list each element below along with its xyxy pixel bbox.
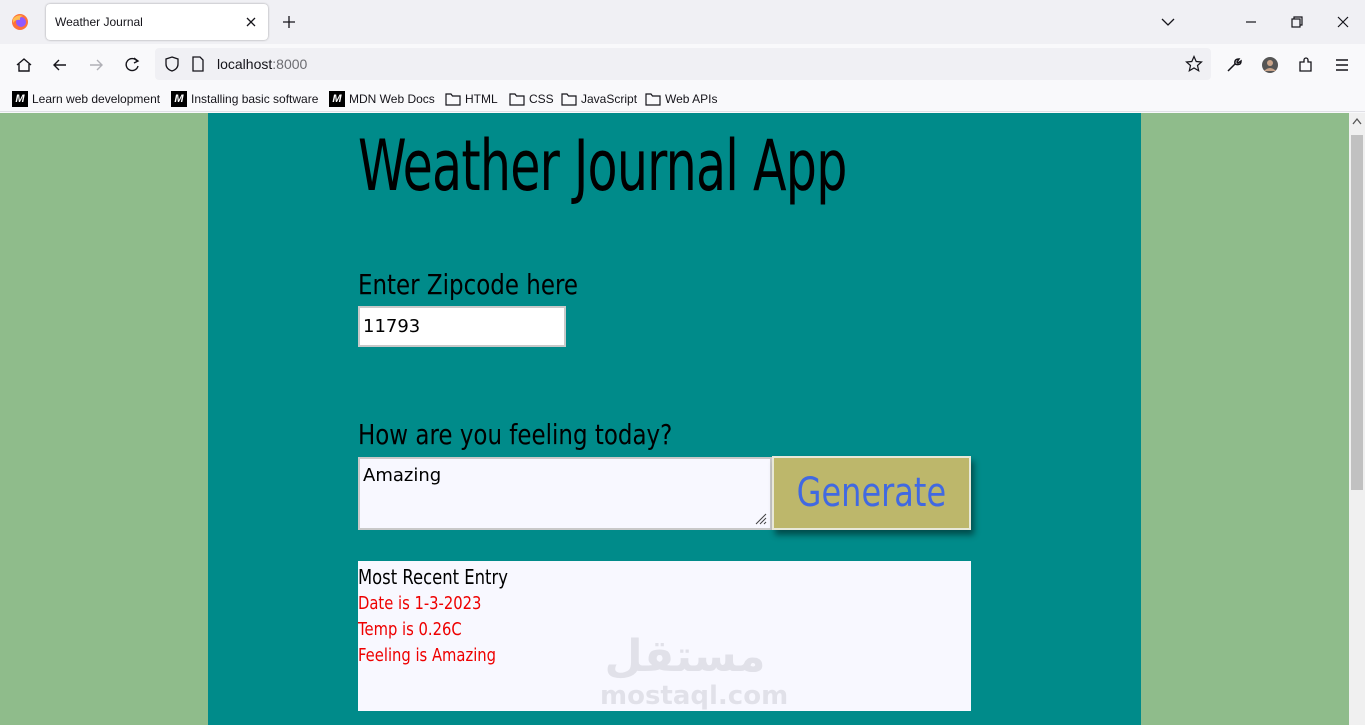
watermark: مستقل mostaql.com: [600, 631, 789, 711]
nav-bar: localhost:8000: [0, 44, 1365, 86]
chevron-down-icon[interactable]: [1160, 14, 1176, 30]
folder-icon: [445, 93, 461, 106]
mdn-icon: M: [12, 91, 28, 107]
account-avatar-icon[interactable]: [1261, 56, 1279, 74]
bookmark-label: MDN Web Docs: [349, 92, 435, 106]
wrench-icon[interactable]: [1225, 56, 1243, 74]
recent-entry-panel: Most Recent Entry Date is 1-3-2023 Temp …: [358, 561, 971, 711]
bookmark-label: Web APIs: [665, 92, 718, 106]
bookmark-label: Learn web development: [32, 92, 161, 106]
url-bar[interactable]: localhost:8000: [155, 48, 1211, 80]
menu-icon[interactable]: [1333, 56, 1351, 74]
reload-icon[interactable]: [123, 56, 141, 74]
star-icon[interactable]: [1185, 55, 1203, 73]
url-text[interactable]: localhost:8000: [217, 56, 307, 72]
shield-icon[interactable]: [163, 55, 181, 73]
tab-weather-journal[interactable]: Weather Journal: [46, 4, 268, 40]
scroll-up-arrow-icon[interactable]: [1352, 117, 1362, 125]
feelings-label: How are you feeling today?: [358, 418, 673, 451]
page-icon[interactable]: [189, 55, 207, 73]
watermark-arabic: مستقل: [604, 631, 766, 682]
extensions-icon[interactable]: [1297, 56, 1315, 74]
bookmark-label: Installing basic software: [191, 92, 319, 106]
tab-bar: Weather Journal: [0, 0, 1365, 44]
generate-button[interactable]: Generate: [772, 456, 971, 530]
feelings-textarea[interactable]: Amazing: [358, 457, 772, 530]
zip-input[interactable]: [358, 306, 566, 347]
zip-label: Enter Zipcode here: [358, 268, 579, 301]
bookmark-label: JavaScript: [581, 92, 638, 106]
bookmark-label: CSS: [529, 92, 554, 106]
page-title: Weather Journal App: [358, 125, 847, 207]
page-body: Weather Journal App Enter Zipcode here H…: [0, 113, 1349, 725]
folder-icon: [561, 93, 577, 106]
entry-temp: Temp is 0.26C: [358, 619, 462, 640]
vertical-scrollbar[interactable]: [1349, 113, 1365, 725]
folder-icon: [645, 93, 661, 106]
bookmark-item[interactable]: M Learn web development: [12, 91, 160, 107]
new-tab-icon[interactable]: [281, 14, 297, 30]
entry-content: Feeling is Amazing: [358, 645, 497, 666]
window-close-icon[interactable]: [1335, 14, 1351, 30]
resize-handle-icon[interactable]: [753, 511, 767, 525]
restore-icon[interactable]: [1289, 14, 1305, 30]
bookmark-folder[interactable]: CSS: [509, 91, 554, 107]
watermark-latin: mostaql.com: [600, 681, 789, 711]
generate-button-label: Generate: [796, 470, 947, 516]
mdn-icon: M: [329, 91, 345, 107]
bookmark-folder[interactable]: JavaScript: [561, 91, 637, 107]
tab-title: Weather Journal: [55, 15, 143, 29]
mdn-icon: M: [171, 91, 187, 107]
home-icon[interactable]: [15, 56, 33, 74]
entry-date: Date is 1-3-2023: [358, 593, 482, 614]
bookmark-folder[interactable]: HTML: [445, 91, 498, 107]
firefox-icon[interactable]: [11, 13, 29, 31]
bookmark-item[interactable]: M Installing basic software: [171, 91, 318, 107]
entry-heading: Most Recent Entry: [358, 565, 508, 589]
back-icon[interactable]: [51, 56, 69, 74]
forward-icon[interactable]: [87, 56, 105, 74]
close-icon[interactable]: [244, 15, 258, 29]
bookmark-item[interactable]: M MDN Web Docs: [329, 91, 435, 107]
scrollbar-thumb[interactable]: [1351, 135, 1363, 490]
bookmark-label: HTML: [465, 92, 498, 106]
app-container: Weather Journal App Enter Zipcode here H…: [208, 113, 1141, 725]
bookmarks-bar: M Learn web development M Installing bas…: [0, 86, 1365, 112]
folder-icon: [509, 93, 525, 106]
minimize-icon[interactable]: [1243, 14, 1259, 30]
bookmark-folder[interactable]: Web APIs: [645, 91, 717, 107]
